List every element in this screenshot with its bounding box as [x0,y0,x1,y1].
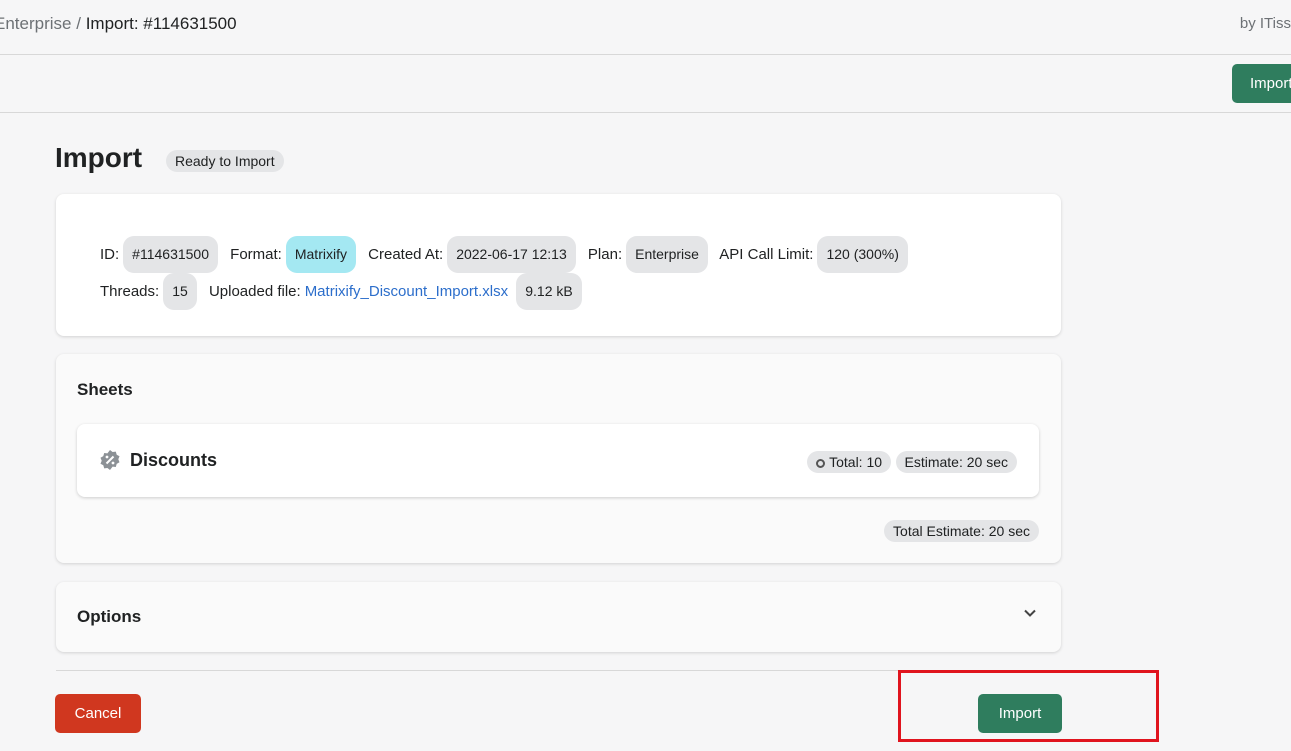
top-import-button[interactable]: Import [1232,64,1291,103]
threads-badge: 15 [163,273,197,310]
estimate-badge: Estimate: 20 sec [895,451,1017,473]
total-text: Total: 10 [829,454,883,470]
options-section[interactable]: Options [56,582,1061,652]
circle-icon [816,459,826,468]
created-label: Created At: [368,246,444,263]
breadcrumb-separator: / [76,14,81,33]
highlight-box [898,670,1159,742]
import-info-card: ID: #114631500 Format: Matrixify Created A… [56,194,1061,336]
total-estimate-badge: Total Estimate: 20 sec [884,520,1039,542]
breadcrumb-current: Import: #114631500 [85,14,237,33]
status-badge: Ready to Import [166,150,284,172]
byline[interactable]: by ITiss [1240,15,1291,32]
action-bar: Import [0,55,1291,113]
uploaded-file-link[interactable]: Matrixify_Discount_Import.xlsx [305,283,508,300]
api-badge: 120 (300%) [817,236,908,273]
sheet-item: Discounts Total: 10 Estimate: 20 sec [77,424,1039,497]
chevron-down-icon[interactable] [1023,604,1037,625]
threads-label: Threads: [100,283,160,300]
plan-label: Plan: [587,246,623,263]
api-label: API Call Limit: [719,246,814,263]
breadcrumb: Enterprise / Import: #114631500 [0,14,237,34]
id-badge: #114631500 [123,236,218,273]
sheets-card: Sheets Discounts Total: 10 Estimate: 20 … [56,354,1061,563]
file-label: Uploaded file: [208,283,301,300]
discount-icon [99,449,121,476]
id-label: ID: [100,246,120,263]
cancel-button[interactable]: Cancel [55,694,141,733]
options-title: Options [77,607,142,626]
page-title: Import [55,142,143,173]
format-label: Format: [230,246,282,263]
file-size-badge: 9.12 kB [516,273,582,310]
format-badge: Matrixify [285,236,356,273]
total-badge: Total: 10 [807,451,892,473]
sheets-title: Sheets [77,380,133,399]
sheet-name: Discounts [130,450,218,470]
breadcrumb-parent[interactable]: Enterprise [0,14,71,33]
top-bar: Enterprise / Import: #114631500 by ITiss [0,0,1291,55]
created-badge: 2022-06-17 12:13 [447,236,576,273]
plan-badge: Enterprise [626,236,708,273]
